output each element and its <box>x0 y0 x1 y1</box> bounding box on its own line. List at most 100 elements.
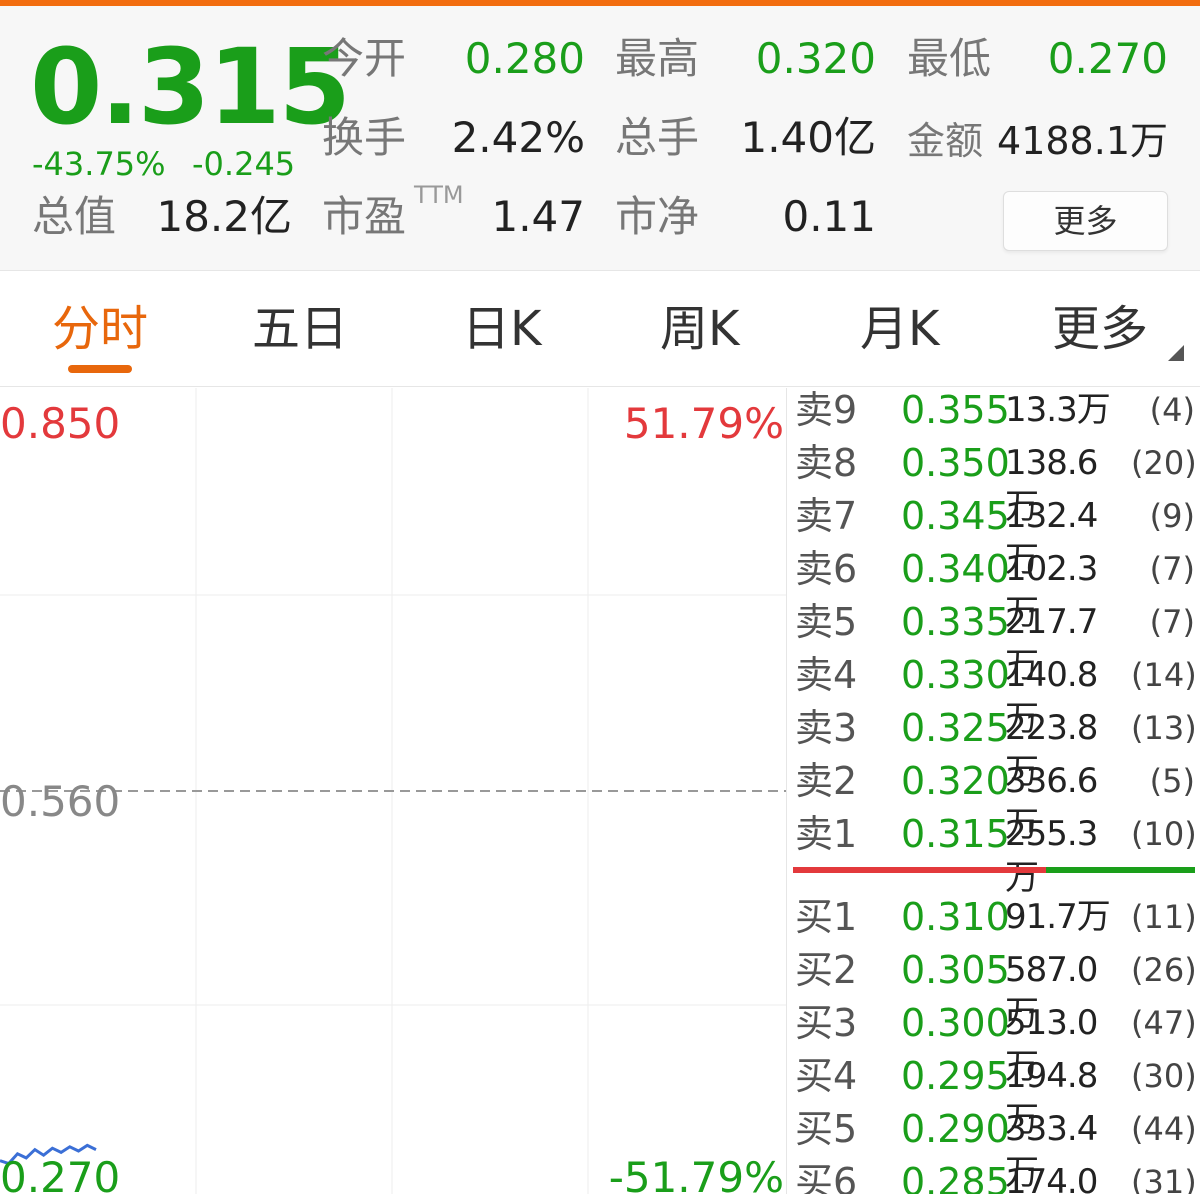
ask-price: 0.320 <box>901 759 1010 803</box>
more-quote-button[interactable]: 更多 <box>1003 191 1168 251</box>
price-mid-label: 0.560 <box>0 777 121 826</box>
ask-level-label: 卖5 <box>795 600 858 644</box>
volume-label: 总手 <box>615 113 700 162</box>
tab-more[interactable]: 更多 <box>1052 301 1148 357</box>
ask-row[interactable]: 卖9 0.355 13.3万 (4) <box>787 388 1200 441</box>
ask-order-count: (20) <box>1131 444 1197 482</box>
bid-level-label: 买6 <box>795 1160 858 1194</box>
pct-low-label: -51.79% <box>608 1153 784 1194</box>
ask-price: 0.325 <box>901 706 1010 750</box>
amount-value: 4188.1万 <box>997 119 1168 163</box>
ask-order-count: (7) <box>1149 603 1195 641</box>
ask-price: 0.315 <box>901 812 1010 856</box>
ask-ratio-segment <box>793 867 1047 873</box>
ask-order-count: (14) <box>1131 656 1197 694</box>
turnover-label: 换手 <box>322 113 407 162</box>
bid-level-label: 买5 <box>795 1107 858 1151</box>
ask-order-count: (4) <box>1149 391 1195 429</box>
bid-row[interactable]: 买5 0.290 333.4万 (44) <box>787 1107 1200 1193</box>
ask-level-label: 卖6 <box>795 547 858 591</box>
ask-row[interactable]: 卖7 0.345 132.4万 (9) <box>787 494 1200 580</box>
tab-daily-k[interactable]: 日K <box>462 301 541 357</box>
caret-icon <box>1168 345 1184 361</box>
open-label: 今开 <box>322 34 407 83</box>
pe-value: 1.47 <box>491 192 585 241</box>
ask-level-label: 卖8 <box>795 441 858 485</box>
volume-value: 1.40亿 <box>740 113 876 162</box>
market-cap-label: 总值 <box>32 192 117 241</box>
bid-row[interactable]: 买2 0.305 587.0万 (26) <box>787 948 1200 1034</box>
bid-price: 0.285 <box>901 1160 1010 1194</box>
ask-level-label: 卖1 <box>795 812 858 856</box>
bid-level-label: 买4 <box>795 1054 858 1098</box>
ask-price: 0.355 <box>901 388 1010 432</box>
bid-order-count: (47) <box>1131 1004 1197 1042</box>
bid-level-label: 买3 <box>795 1001 858 1045</box>
ask-price: 0.335 <box>901 600 1010 644</box>
ask-price: 0.330 <box>901 653 1010 697</box>
pct-high-label: 51.79% <box>623 399 784 448</box>
tab-intraday[interactable]: 分时 <box>52 301 148 357</box>
pb-label: 市净 <box>615 192 700 241</box>
turnover-value: 2.42% <box>451 113 585 162</box>
market-cap-value: 18.2亿 <box>156 192 292 241</box>
ask-level-label: 卖4 <box>795 653 858 697</box>
tab-five-day[interactable]: 五日 <box>252 301 348 357</box>
bid-level-label: 买2 <box>795 948 858 992</box>
ask-order-count: (5) <box>1149 762 1195 800</box>
change-amount: -0.245 <box>192 145 296 183</box>
high-label: 最高 <box>615 34 700 83</box>
ask-row[interactable]: 卖1 0.315 255.3万 (10) <box>787 812 1200 898</box>
ask-row[interactable]: 卖5 0.335 217.7万 (7) <box>787 600 1200 686</box>
chart-period-tabs: 分时 五日 日K 周K 月K 更多 <box>0 271 1200 387</box>
bid-ratio-segment <box>1046 867 1195 873</box>
bid-price: 0.295 <box>901 1054 1010 1098</box>
low-label: 最低 <box>907 34 992 83</box>
ask-row[interactable]: 卖6 0.340 102.3万 (7) <box>787 547 1200 633</box>
ask-order-count: (7) <box>1149 550 1195 588</box>
bid-price: 0.300 <box>901 1001 1010 1045</box>
ask-level-label: 卖2 <box>795 759 858 803</box>
pe-ttm-superscript: TTM <box>414 181 464 209</box>
ask-level-label: 卖3 <box>795 706 858 750</box>
ask-price: 0.345 <box>901 494 1010 538</box>
ask-order-count: (10) <box>1131 815 1197 853</box>
ask-order-count: (9) <box>1149 497 1195 535</box>
ask-row[interactable]: 卖8 0.350 138.6万 (20) <box>787 441 1200 527</box>
bid-level-label: 买1 <box>795 895 858 939</box>
price-high-label: 0.850 <box>0 399 121 448</box>
ask-row[interactable]: 卖3 0.325 223.8万 (13) <box>787 706 1200 792</box>
bid-row[interactable]: 买1 0.310 91.7万 (11) <box>787 895 1200 948</box>
high-value: 0.320 <box>755 34 876 83</box>
current-price: 0.315 <box>30 26 351 148</box>
bid-row[interactable]: 买3 0.300 513.0万 (47) <box>787 1001 1200 1087</box>
bid-order-count: (26) <box>1131 951 1197 989</box>
bid-volume: 174.0万 <box>1005 1162 1098 1194</box>
ask-row[interactable]: 卖2 0.320 336.6万 (5) <box>787 759 1200 845</box>
quote-header: 0.315 -43.75% -0.245 今开 0.280 最高 0.320 最… <box>0 6 1200 271</box>
price-low-label: 0.270 <box>0 1153 121 1194</box>
bid-price: 0.290 <box>901 1107 1010 1151</box>
bid-order-count: (11) <box>1131 898 1197 936</box>
ask-level-label: 卖9 <box>795 388 858 432</box>
ask-level-label: 卖7 <box>795 494 858 538</box>
bid-row[interactable]: 买4 0.295 194.8万 (30) <box>787 1054 1200 1140</box>
open-value: 0.280 <box>464 34 585 83</box>
active-tab-indicator <box>68 365 132 373</box>
bid-order-count: (31) <box>1131 1163 1197 1194</box>
tab-weekly-k[interactable]: 周K <box>660 301 739 357</box>
bid-row[interactable]: 买6 0.285174.0万 (31) <box>787 1160 1200 1194</box>
ask-row[interactable]: 卖4 0.330 140.8万 (14) <box>787 653 1200 739</box>
bid-order-count: (30) <box>1131 1057 1197 1095</box>
pb-value: 0.11 <box>782 192 876 241</box>
ask-price: 0.340 <box>901 547 1010 591</box>
bid-price: 0.310 <box>901 895 1010 939</box>
tab-monthly-k[interactable]: 月K <box>860 301 939 357</box>
intraday-chart[interactable]: 0.850 51.79% 0.560 0.270 -51.79% <box>0 388 786 1194</box>
bid-order-count: (44) <box>1131 1110 1197 1148</box>
ask-volume: 13.3万 <box>1005 390 1111 430</box>
change-percent: -43.75% <box>32 145 166 183</box>
bid-price: 0.305 <box>901 948 1010 992</box>
ask-price: 0.350 <box>901 441 1010 485</box>
amount-label: 金额 <box>907 119 984 163</box>
